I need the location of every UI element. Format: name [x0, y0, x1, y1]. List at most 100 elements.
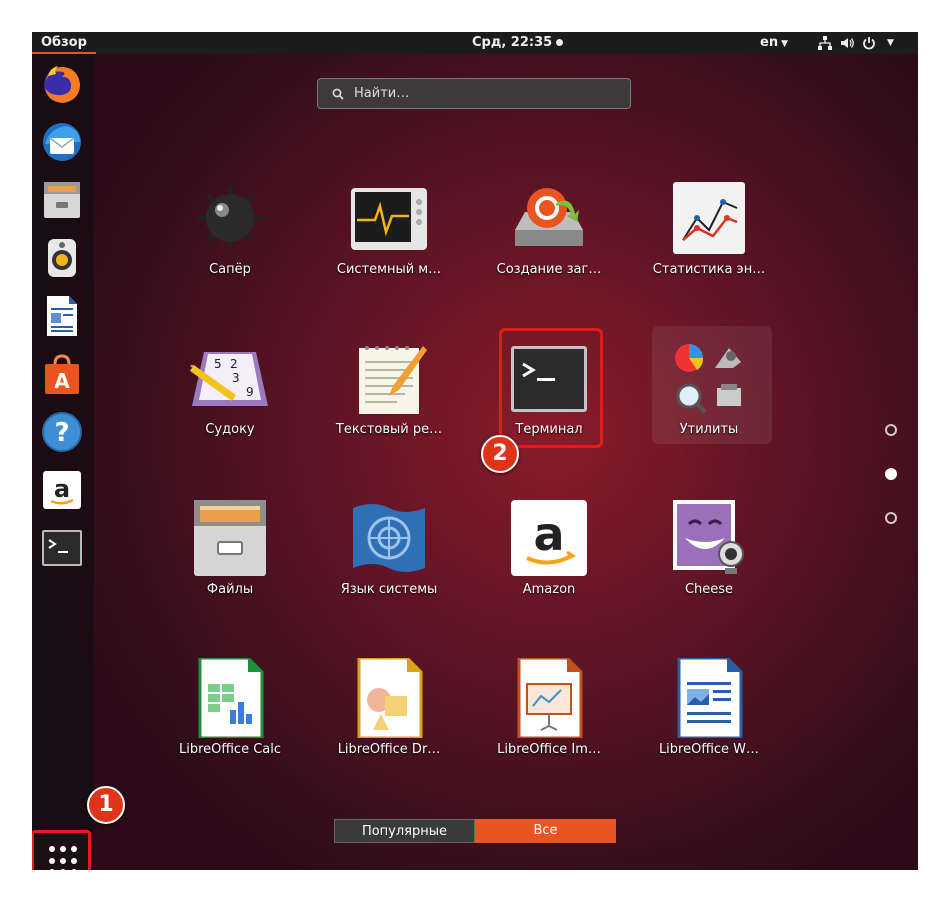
app-label: Статистика эн… — [652, 262, 766, 277]
file-cabinet-icon — [194, 500, 266, 576]
mine-icon — [198, 186, 262, 250]
network-icon — [818, 36, 832, 50]
terminal-highlight-box — [499, 328, 603, 448]
app-label: Судоку — [205, 422, 255, 437]
top-bar: Обзор Срд, 22:35 en ▼ ▼ — [32, 32, 918, 54]
app-startup-disk-creator[interactable]: Создание заг… — [479, 178, 619, 308]
app-text-editor[interactable]: Текстовый ре… — [319, 338, 459, 468]
app-libreoffice-impress[interactable]: LibreOffice Im… — [479, 658, 619, 788]
cheese-icon — [673, 500, 744, 574]
app-label: Системный м… — [336, 262, 442, 277]
search-input[interactable]: Найти… — [317, 78, 631, 109]
page-dot-2[interactable] — [885, 468, 897, 480]
document-icon — [677, 658, 743, 738]
app-label: Сапёр — [209, 262, 251, 277]
firefox-icon — [44, 66, 80, 103]
app-label: LibreOffice Calc — [178, 742, 282, 757]
chevron-down-icon: ▼ — [887, 38, 894, 48]
show-applications-button[interactable] — [32, 830, 91, 870]
dock-item-rhythmbox[interactable] — [40, 236, 84, 280]
dock-item-amazon[interactable]: a — [40, 468, 84, 512]
app-amazon[interactable]: a Amazon — [479, 498, 619, 628]
app-cheese[interactable]: Cheese — [639, 498, 779, 628]
text-editor-icon — [359, 346, 427, 414]
app-label: LibreOffice Dr… — [337, 742, 441, 757]
search-placeholder: Найти… — [354, 86, 410, 101]
document-icon — [47, 296, 77, 336]
utilities-folder-icon — [675, 344, 741, 414]
speaker-icon — [48, 239, 76, 277]
app-grid-icon — [49, 846, 79, 870]
app-label: LibreOffice Im… — [497, 742, 601, 757]
app-label: Amazon — [522, 582, 576, 597]
dock: A ? a — [32, 54, 94, 870]
notification-dot-icon — [556, 39, 564, 46]
page-dot-1[interactable] — [885, 424, 897, 436]
app-sudoku[interactable]: 5239 Судоку — [160, 338, 300, 468]
ubuntu-desktop: Обзор Срд, 22:35 en ▼ ▼ A ? a Найти… Сап… — [32, 32, 918, 870]
all-apps-button[interactable]: Все — [475, 819, 616, 843]
help-icon: ? — [42, 412, 82, 452]
app-label: Утилиты — [679, 422, 739, 437]
clock-text: Срд, 22:35 — [472, 35, 553, 50]
step-badge-2: 2 — [481, 435, 519, 473]
dock-item-firefox[interactable] — [40, 62, 84, 106]
dock-item-terminal[interactable] — [40, 526, 84, 570]
app-label: Cheese — [684, 582, 734, 597]
dock-item-writer[interactable] — [40, 294, 84, 338]
chevron-down-icon: ▼ — [781, 39, 788, 49]
app-power-statistics[interactable]: Статистика эн… — [639, 178, 779, 308]
presentation-icon — [517, 658, 583, 738]
file-cabinet-icon — [44, 182, 80, 218]
svg-text:5: 5 — [214, 357, 222, 371]
app-language-support[interactable]: Язык системы — [319, 498, 459, 628]
app-libreoffice-calc[interactable]: LibreOffice Calc — [160, 658, 300, 788]
svg-text:a: a — [533, 507, 564, 561]
amazon-icon: a — [43, 471, 81, 509]
app-label: Файлы — [206, 582, 254, 597]
startup-disk-icon — [515, 188, 583, 246]
clock[interactable]: Срд, 22:35 — [472, 32, 564, 54]
power-icon — [863, 37, 875, 50]
app-label: Создание заг… — [496, 262, 602, 277]
system-tray[interactable]: ▼ — [818, 32, 894, 54]
svg-text:3: 3 — [232, 371, 240, 385]
app-libreoffice-draw[interactable]: LibreOffice Dr… — [319, 658, 459, 788]
app-files[interactable]: Файлы — [160, 498, 300, 628]
app-system-monitor[interactable]: Системный м… — [319, 178, 459, 308]
search-icon — [332, 88, 344, 100]
svg-text:?: ? — [54, 418, 69, 448]
app-libreoffice-writer[interactable]: LibreOffice W… — [639, 658, 779, 788]
activities-button[interactable]: Обзор — [32, 32, 96, 54]
dock-item-help[interactable]: ? — [40, 410, 84, 454]
apps-view-switcher: Популярные Все — [334, 819, 616, 843]
terminal-icon — [42, 530, 82, 566]
step-badge-1: 1 — [87, 786, 125, 824]
dock-item-files[interactable] — [40, 178, 84, 222]
svg-text:9: 9 — [246, 385, 254, 399]
svg-text:2: 2 — [230, 357, 238, 371]
folder-utilities[interactable]: Утилиты — [639, 338, 779, 468]
dock-item-thunderbird[interactable] — [40, 120, 84, 164]
app-label: LibreOffice W… — [658, 742, 760, 757]
drawing-icon — [357, 658, 423, 738]
app-label: Текстовый ре… — [335, 422, 443, 437]
language-flag-icon — [353, 504, 425, 572]
volume-icon — [841, 38, 854, 48]
sudoku-icon: 5 239 — [190, 352, 268, 406]
shopping-bag-icon: A — [45, 354, 79, 394]
thunderbird-icon — [43, 123, 81, 161]
page-dot-3[interactable] — [885, 512, 897, 524]
popular-apps-button[interactable]: Популярные — [334, 819, 475, 843]
spreadsheet-icon — [198, 658, 264, 738]
statistics-icon — [673, 182, 745, 254]
dock-item-software[interactable]: A — [40, 352, 84, 396]
amazon-icon: a — [511, 500, 587, 576]
app-label: Язык системы — [340, 582, 438, 597]
svg-text:A: A — [54, 369, 70, 393]
app-mines[interactable]: Сапёр — [160, 178, 300, 308]
svg-text:a: a — [54, 475, 70, 503]
language-text: en — [760, 35, 779, 50]
system-monitor-icon — [351, 188, 427, 250]
language-indicator[interactable]: en ▼ — [760, 32, 788, 55]
